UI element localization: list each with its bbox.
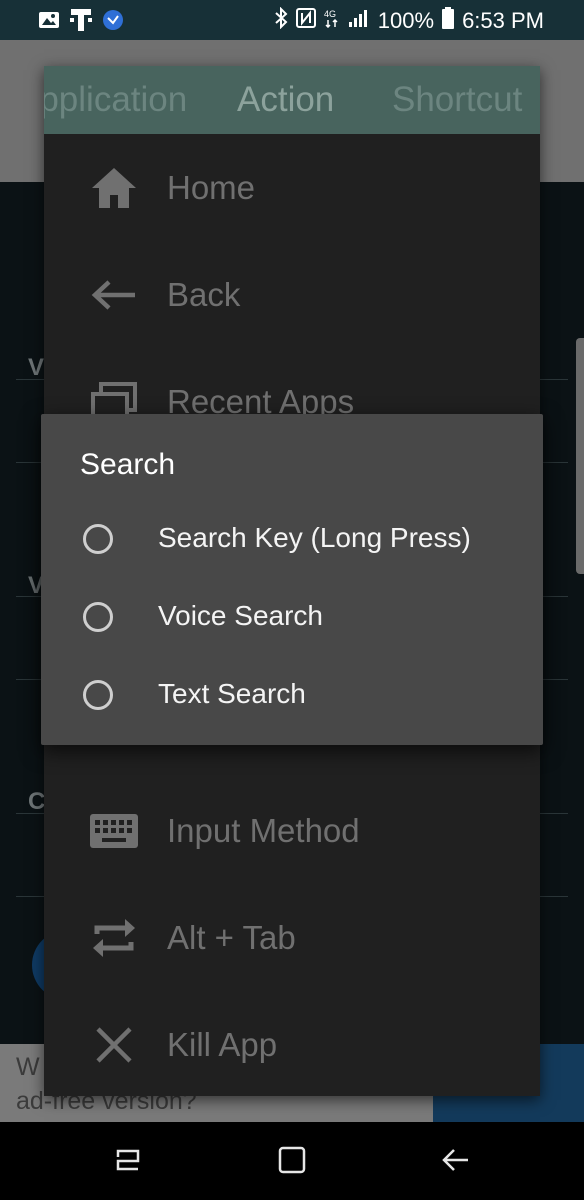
battery-icon bbox=[442, 7, 455, 35]
navigation-bar bbox=[0, 1122, 584, 1200]
nav-recents-button[interactable] bbox=[108, 1142, 148, 1182]
search-dialog: Search Search Key (Long Press) Voice Sea… bbox=[41, 414, 543, 745]
close-icon bbox=[88, 1019, 140, 1071]
action-item-label: Kill App bbox=[167, 1025, 278, 1063]
action-item-home[interactable]: Home bbox=[44, 134, 540, 241]
radio-button-icon[interactable] bbox=[83, 602, 113, 632]
nfc-icon bbox=[295, 8, 316, 34]
tab-bar: Application Action Shortcut bbox=[44, 66, 540, 134]
background-section-letter: C bbox=[28, 788, 46, 815]
tab-action[interactable]: Action bbox=[237, 80, 334, 120]
lte-icon: 4G bbox=[324, 8, 340, 34]
signal-icon bbox=[348, 8, 370, 34]
t-mobile-icon bbox=[70, 8, 92, 37]
action-item-back[interactable]: Back bbox=[44, 241, 540, 348]
clock: 6:53 PM bbox=[462, 8, 544, 33]
option-label: Voice Search bbox=[158, 600, 323, 631]
back-icon bbox=[440, 1147, 470, 1178]
bluetooth-icon bbox=[274, 6, 288, 35]
option-text-search[interactable]: Text Search bbox=[41, 660, 543, 736]
edge-panel-handle[interactable] bbox=[576, 338, 584, 574]
status-bar: 4G 100% 6:53 PM bbox=[0, 0, 584, 40]
keyboard-icon bbox=[88, 805, 140, 857]
option-search-key-long-press[interactable]: Search Key (Long Press) bbox=[41, 504, 543, 580]
svg-text:4G: 4G bbox=[324, 9, 336, 19]
home-icon bbox=[278, 1146, 306, 1179]
action-item-alt-tab[interactable]: Alt + Tab bbox=[44, 884, 540, 991]
radio-button-icon[interactable] bbox=[83, 524, 113, 554]
option-label: Search Key (Long Press) bbox=[158, 522, 471, 553]
action-item-label: Alt + Tab bbox=[167, 918, 296, 956]
option-voice-search[interactable]: Voice Search bbox=[41, 582, 543, 658]
radio-button-icon[interactable] bbox=[83, 680, 113, 710]
option-label: Text Search bbox=[158, 678, 306, 709]
action-item-label: Home bbox=[167, 168, 256, 206]
dialog-title: Search bbox=[80, 448, 176, 481]
recents-icon bbox=[114, 1147, 142, 1178]
swap-icon bbox=[88, 912, 140, 964]
action-item-label: Input Method bbox=[167, 811, 360, 849]
arrow-back-icon bbox=[88, 269, 140, 321]
nav-back-button[interactable] bbox=[435, 1142, 475, 1182]
action-item-input-method[interactable]: Input Method bbox=[44, 777, 540, 884]
action-item-kill-app[interactable]: Kill App bbox=[44, 991, 540, 1098]
gallery-icon bbox=[38, 10, 60, 35]
action-item-label: Back bbox=[167, 275, 241, 313]
home-icon bbox=[88, 162, 140, 214]
background-section-letter: V bbox=[28, 354, 45, 381]
tab-shortcut[interactable]: Shortcut bbox=[392, 80, 522, 120]
app-notification-icon bbox=[102, 9, 124, 36]
tab-application[interactable]: Application bbox=[44, 80, 187, 120]
nav-home-button[interactable] bbox=[272, 1142, 312, 1182]
battery-percent: 100% bbox=[377, 8, 435, 33]
